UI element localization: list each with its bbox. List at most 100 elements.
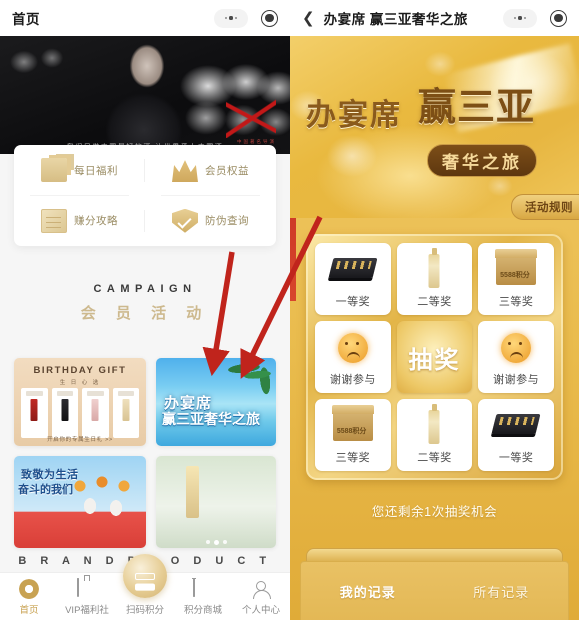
chevron-left-icon[interactable]: ❮ bbox=[302, 11, 315, 26]
tab-scan-points[interactable]: 扫码积分 bbox=[116, 554, 174, 620]
tab-label: VIP福利社 bbox=[65, 605, 109, 616]
lottery-cell-third-prize-2[interactable]: 5588积分 三等奖 bbox=[315, 399, 391, 471]
remaining-chances-text: 您还剩余1次抽奖机会 bbox=[371, 505, 498, 519]
workers-card-line2: 奋斗的我们 bbox=[18, 484, 73, 496]
points-carton-icon: 5588积分 bbox=[315, 405, 391, 448]
lottery-cell-label: 二等奖 bbox=[417, 296, 452, 308]
draw-button-label: 抽奖 bbox=[408, 346, 461, 374]
tab-label: 积分商城 bbox=[183, 605, 222, 616]
campaign-card-workers[interactable]: 致敬为生活 奋斗的我们 bbox=[14, 456, 146, 548]
lottery-board: 一等奖 二等奖 5588积分 三等奖 谢谢参与 抽奖 谢谢参与 5588积分 三… bbox=[306, 234, 563, 480]
lottery-cell-label: 谢谢参与 bbox=[493, 374, 540, 386]
records-panel: 我的记录 所有记录 bbox=[300, 548, 569, 620]
bottom-tabbar: 首页 VIP福利社 扫码积分 积分商城 个人中心 bbox=[0, 554, 290, 620]
shield-check-icon bbox=[172, 208, 198, 233]
right-phone-panel: ❮ 办宴席 赢三亚奢华之旅 办宴席 赢三亚 奢华之旅 活动规则 一等奖 二等奖 … bbox=[290, 0, 579, 620]
records-panel-body: 我的记录 所有记录 bbox=[300, 561, 569, 620]
campaign-card-grid: BIRTHDAY GIFT 生 日 心 选 开启你的专属生日礼 >> 办宴席 赢… bbox=[14, 358, 276, 548]
lottery-cell-label: 三等奖 bbox=[498, 296, 534, 308]
birthday-card-title: BIRTHDAY GIFT bbox=[33, 365, 127, 376]
liquor-bottle-icon bbox=[397, 250, 473, 292]
left-phone-panel: 首页 中国著名导演 我们只做中国最好的酒 让世界爱上中国酒 每日福利 会员权益 bbox=[0, 0, 290, 620]
more-dots-icon[interactable] bbox=[503, 8, 537, 28]
campaign-section-header: CAMPAIGN 会 员 活 动 bbox=[0, 283, 290, 323]
sad-face-icon bbox=[315, 328, 391, 370]
birthday-bottle-row bbox=[21, 388, 139, 438]
target-circle-icon[interactable] bbox=[550, 9, 567, 27]
lottery-grid: 一等奖 二等奖 5588积分 三等奖 谢谢参与 抽奖 谢谢参与 5588积分 三… bbox=[315, 243, 554, 471]
quick-menu-item-points-guide[interactable]: 赚分攻略 bbox=[14, 196, 145, 247]
carousel-dot[interactable] bbox=[205, 540, 210, 544]
black-gift-box-icon bbox=[478, 406, 554, 448]
quick-menu-item-anti-counterfeit[interactable]: 防伪查询 bbox=[145, 196, 276, 247]
scan-icon[interactable] bbox=[123, 554, 167, 598]
section-title-cn: 会 员 活 动 bbox=[80, 305, 210, 322]
lottery-cell-second-prize-1[interactable]: 二等奖 bbox=[396, 243, 473, 315]
campaign-card-flower-gift[interactable] bbox=[156, 456, 276, 548]
hero-pill-label: 奢华之旅 bbox=[427, 144, 537, 177]
more-dots-icon[interactable] bbox=[214, 8, 248, 28]
bottle-illustration bbox=[186, 466, 199, 518]
lottery-cell-label: 一等奖 bbox=[498, 452, 534, 464]
bottle-thumb bbox=[51, 388, 78, 438]
left-nav-actions bbox=[214, 8, 278, 28]
tab-points-mall[interactable]: 积分商城 bbox=[174, 573, 232, 620]
lottery-cell-third-prize-1[interactable]: 5588积分 三等奖 bbox=[478, 243, 554, 315]
gift-stack-icon bbox=[41, 158, 67, 183]
bottle-thumb bbox=[82, 388, 109, 438]
hero-signature bbox=[226, 98, 276, 138]
quick-menu-item-daily-benefit[interactable]: 每日福利 bbox=[14, 145, 145, 196]
target-circle-icon[interactable] bbox=[261, 9, 278, 27]
sad-face-icon bbox=[478, 328, 554, 370]
lottery-cell-thanks-1[interactable]: 谢谢参与 bbox=[315, 321, 391, 393]
campaign-card-sanya-trip[interactable]: 办宴席 赢三亚奢华之旅 bbox=[156, 358, 276, 446]
quick-menu-item-member-rights[interactable]: 会员权益 bbox=[145, 145, 276, 196]
tab-vip[interactable]: VIP福利社 bbox=[58, 573, 116, 620]
lottery-hero-banner: 办宴席 赢三亚 奢华之旅 bbox=[290, 36, 579, 218]
black-gift-box-icon bbox=[315, 250, 391, 292]
home-icon bbox=[19, 579, 39, 599]
activity-rules-button[interactable]: 活动规则 bbox=[511, 194, 579, 220]
section-title-en: CAMPAIGN bbox=[93, 283, 197, 295]
records-tab-label: 我的记录 bbox=[339, 585, 396, 600]
points-badge: 5588积分 bbox=[336, 428, 367, 435]
workers-illustration bbox=[66, 474, 142, 522]
quick-menu-label: 防伪查询 bbox=[205, 215, 249, 228]
page-title: 首页 bbox=[12, 12, 40, 27]
tab-my-records[interactable]: 我的记录 bbox=[301, 582, 435, 620]
left-hero-banner[interactable]: 中国著名导演 我们只做中国最好的酒 让世界爱上中国酒 bbox=[0, 36, 290, 154]
carousel-dot-active[interactable] bbox=[213, 540, 219, 545]
hero-line2: 赢三亚 bbox=[418, 87, 536, 129]
hero-line1: 办宴席 bbox=[306, 99, 402, 132]
crown-icon bbox=[172, 160, 198, 183]
bottle-thumb bbox=[112, 388, 139, 438]
campaign-card-birthday-gift[interactable]: BIRTHDAY GIFT 生 日 心 选 开启你的专属生日礼 >> bbox=[14, 358, 146, 446]
bottle-thumb bbox=[21, 388, 48, 438]
lottery-cell-label: 三等奖 bbox=[335, 452, 371, 464]
carousel-dots[interactable] bbox=[156, 540, 276, 545]
lottery-page-body: 办宴席 赢三亚 奢华之旅 活动规则 一等奖 二等奖 5588积分 三等奖 谢谢参… bbox=[290, 36, 579, 620]
book-icon bbox=[41, 208, 67, 233]
cart-icon bbox=[193, 579, 213, 599]
draw-button[interactable]: 抽奖 bbox=[396, 321, 473, 393]
lottery-cell-first-prize-2[interactable]: 一等奖 bbox=[478, 399, 554, 471]
lottery-cell-first-prize-1[interactable]: 一等奖 bbox=[315, 243, 391, 315]
carousel-dot[interactable] bbox=[222, 540, 227, 544]
lottery-cell-second-prize-2[interactable]: 二等奖 bbox=[396, 399, 473, 471]
birthday-card-subtitle: 生 日 心 选 bbox=[59, 380, 101, 386]
tab-label: 扫码积分 bbox=[125, 605, 164, 616]
left-navbar: 首页 bbox=[0, 0, 290, 36]
screenshot-root: 首页 中国著名导演 我们只做中国最好的酒 让世界爱上中国酒 每日福利 会员权益 bbox=[0, 0, 579, 620]
lottery-cell-label: 一等奖 bbox=[335, 296, 371, 308]
points-carton-icon: 5588积分 bbox=[478, 249, 554, 292]
bottle-icon bbox=[77, 578, 97, 599]
lottery-cell-thanks-2[interactable]: 谢谢参与 bbox=[478, 321, 554, 393]
tab-label: 首页 bbox=[19, 605, 39, 616]
tab-all-records[interactable]: 所有记录 bbox=[435, 582, 569, 620]
liquor-bottle-icon bbox=[397, 406, 473, 448]
points-badge: 5588积分 bbox=[500, 272, 530, 279]
lottery-cell-label: 谢谢参与 bbox=[329, 374, 376, 386]
quick-menu-card: 每日福利 会员权益 赚分攻略 防伪查询 bbox=[14, 145, 276, 246]
tab-home[interactable]: 首页 bbox=[0, 573, 58, 620]
tab-profile[interactable]: 个人中心 bbox=[232, 573, 290, 620]
